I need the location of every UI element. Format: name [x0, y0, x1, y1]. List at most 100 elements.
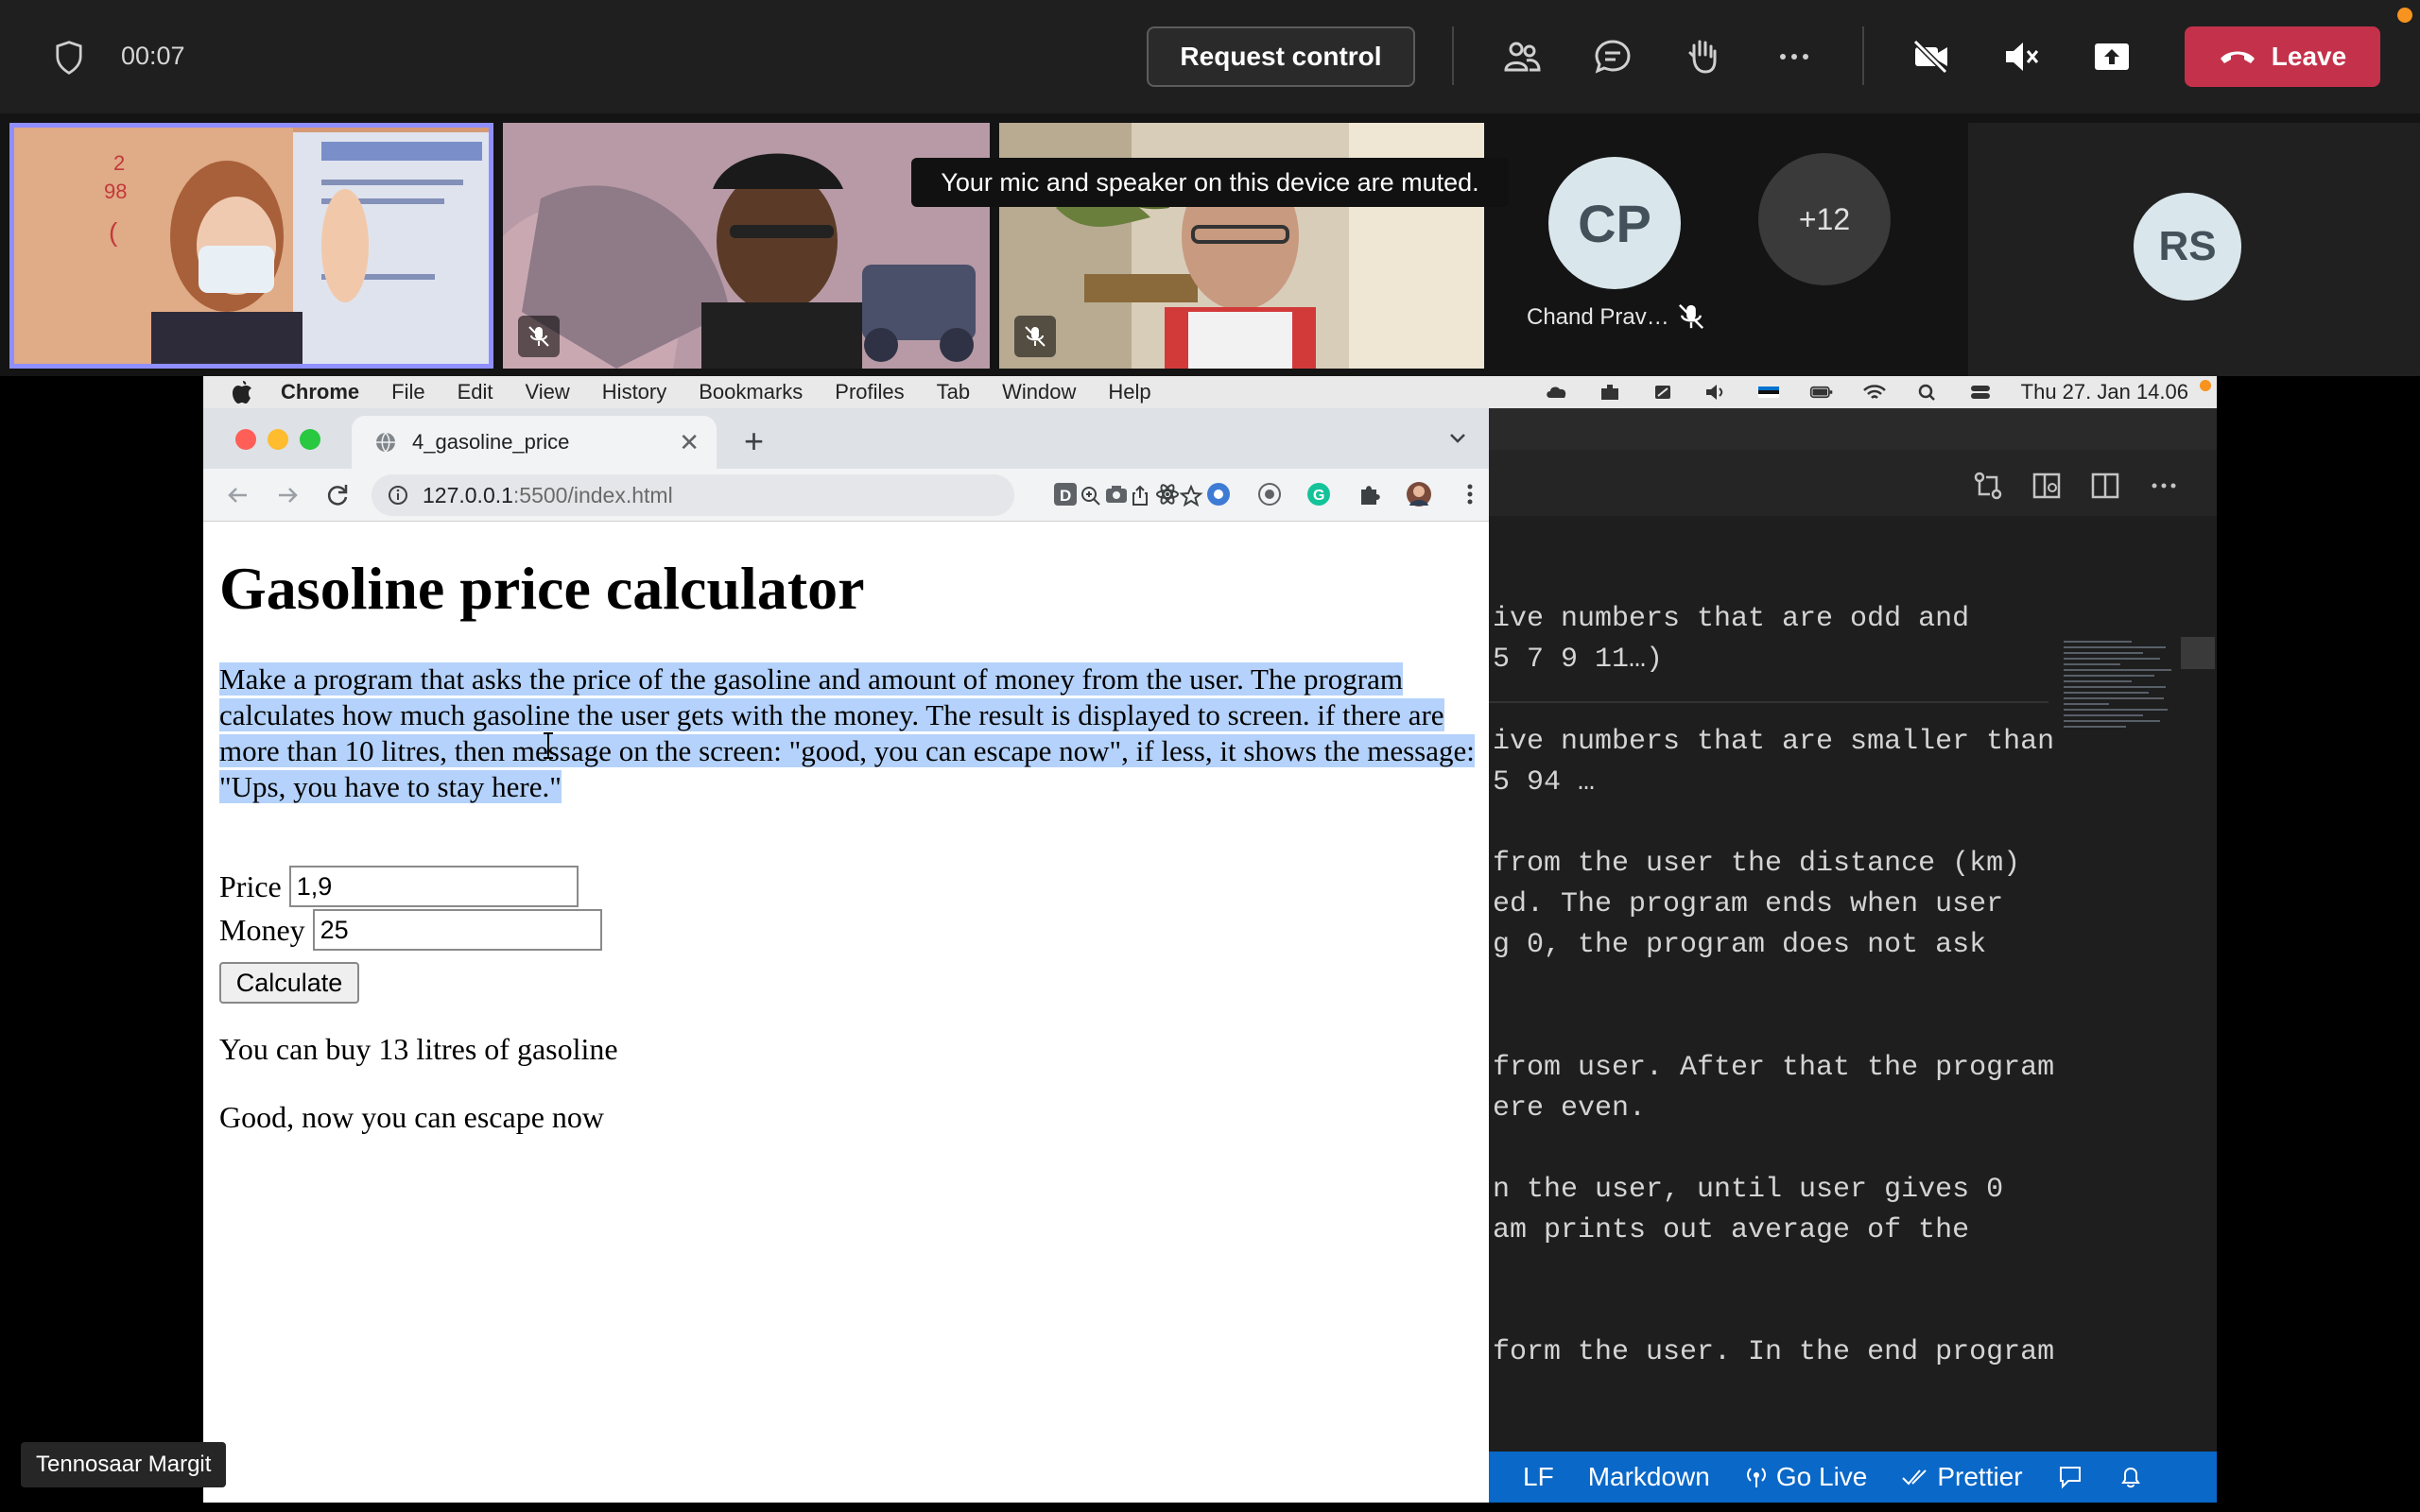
- address-bar[interactable]: 127.0.0.1:5500/index.html: [372, 474, 1203, 516]
- people-button[interactable]: [1495, 30, 1548, 83]
- browser-tab[interactable]: 4_gasoline_price ✕: [352, 416, 717, 469]
- wifi-icon[interactable]: [1862, 383, 1887, 402]
- price-label: Price: [219, 868, 282, 903]
- menu-item-view[interactable]: View: [526, 380, 570, 404]
- participant-muted-indicator: [518, 316, 560, 357]
- cloud-icon[interactable]: [1545, 383, 1569, 402]
- forward-icon[interactable]: [273, 480, 303, 510]
- code-line: ed. The program ends when user: [1493, 888, 2004, 920]
- feedback-icon: [2059, 1467, 2081, 1489]
- apple-icon[interactable]: [232, 380, 252, 404]
- feedback-button[interactable]: [2057, 1464, 2083, 1490]
- go-live-button[interactable]: Go Live: [1744, 1462, 1867, 1492]
- zoom-icon[interactable]: [1079, 484, 1103, 508]
- leave-button[interactable]: Leave: [2185, 26, 2380, 87]
- video-tile-presenter[interactable]: 2 98 (: [9, 123, 493, 369]
- notifications-button[interactable]: [2118, 1464, 2144, 1490]
- eol-indicator[interactable]: LF: [1523, 1462, 1554, 1492]
- calculate-button[interactable]: Calculate: [219, 962, 359, 1004]
- close-tab-icon[interactable]: ✕: [679, 428, 700, 457]
- web-page: Gasoline price calculator Make a program…: [203, 522, 1489, 1503]
- more-icon: [1780, 54, 1808, 60]
- meeting-toolbar: 00:07 Request control Leave: [0, 0, 2420, 113]
- split-editor-button[interactable]: [2086, 467, 2124, 505]
- menu-item-profiles[interactable]: Profiles: [835, 380, 904, 404]
- profile-avatar-icon[interactable]: [1406, 481, 1432, 507]
- window-close-button[interactable]: [235, 429, 256, 450]
- open-changes-button[interactable]: [1969, 467, 2007, 505]
- markdown-editor[interactable]: ive numbers that are odd and 5 7 9 11…) …: [1489, 516, 2151, 1452]
- share-button[interactable]: [2085, 30, 2138, 83]
- avatar[interactable]: CP: [1548, 157, 1681, 289]
- vscode-titlebar: [1489, 408, 2217, 450]
- more-actions-button[interactable]: [1768, 30, 1821, 83]
- menu-item-file[interactable]: File: [391, 380, 424, 404]
- extension-d-icon[interactable]: D: [1052, 481, 1079, 507]
- camera-toggle-button[interactable]: [1904, 30, 1957, 83]
- extensions-puzzle-icon[interactable]: [1357, 481, 1383, 507]
- extension-target-icon[interactable]: [1256, 481, 1283, 507]
- notification-dot: [2397, 8, 2412, 23]
- language-mode[interactable]: Markdown: [1588, 1462, 1710, 1492]
- new-tab-button[interactable]: +: [744, 421, 764, 461]
- toolbar-divider: [1862, 26, 1864, 85]
- participant-muted-indicator: [1014, 316, 1056, 357]
- code-line: 5 94 …: [1493, 766, 1596, 799]
- mic-off-icon: [1678, 303, 1704, 330]
- raise-hand-button[interactable]: [1677, 30, 1730, 83]
- react-devtools-icon[interactable]: [1154, 481, 1181, 507]
- money-input[interactable]: [312, 909, 602, 951]
- url-host: 127.0.0.1: [423, 482, 513, 507]
- more-actions-button[interactable]: [2145, 467, 2183, 505]
- mic-toggle-button[interactable]: [1995, 30, 2048, 83]
- editor-scrollbar[interactable]: [2181, 637, 2215, 669]
- price-input[interactable]: [288, 866, 579, 907]
- menu-app-name[interactable]: Chrome: [281, 380, 359, 404]
- menu-item-edit[interactable]: Edit: [458, 380, 493, 404]
- kebab-menu-icon[interactable]: [1457, 481, 1483, 507]
- code-line: form the user. In the end program: [1493, 1336, 2055, 1368]
- money-row: Money: [219, 909, 602, 951]
- menu-item-history[interactable]: History: [602, 380, 666, 404]
- menu-item-help[interactable]: Help: [1108, 380, 1150, 404]
- menu-item-window[interactable]: Window: [1002, 380, 1076, 404]
- window-minimize-button[interactable]: [268, 429, 288, 450]
- request-control-button[interactable]: Request control: [1147, 26, 1415, 87]
- inbox-icon[interactable]: [1598, 383, 1622, 402]
- menu-item-tab[interactable]: Tab: [937, 380, 970, 404]
- keyboard-flag-icon[interactable]: [1756, 383, 1781, 402]
- extension-circle-icon[interactable]: [1205, 481, 1232, 507]
- participant-gallery: 2 98 (CP Chand Prav… +12 RS: [0, 113, 2420, 376]
- phone-hangup-icon: [2220, 51, 2255, 63]
- grammarly-icon[interactable]: G: [1305, 481, 1332, 507]
- video-feed-image: 2 98 (: [9, 123, 493, 369]
- back-icon[interactable]: [222, 480, 252, 510]
- code-line: n the user, until user gives 0: [1493, 1174, 2004, 1206]
- menubar-clock[interactable]: Thu 27. Jan 14.06: [2021, 380, 2188, 404]
- people-icon: [1504, 42, 1541, 72]
- minimap[interactable]: [2064, 641, 2177, 764]
- control-center-icon[interactable]: [1968, 383, 1993, 402]
- task-description[interactable]: Make a program that asks the price of th…: [219, 662, 1486, 805]
- avatar[interactable]: RS: [2134, 193, 2241, 301]
- search-icon[interactable]: [1915, 383, 1940, 402]
- participant-name: Chand Prav…: [1527, 304, 1669, 330]
- window-zoom-button[interactable]: [300, 429, 320, 450]
- info-icon[interactable]: [387, 484, 409, 507]
- app-status-icon[interactable]: [1651, 383, 1675, 402]
- bookmark-star-icon[interactable]: [1179, 484, 1203, 508]
- battery-icon[interactable]: [1809, 383, 1834, 402]
- prettier-button[interactable]: Prettier: [1901, 1462, 2023, 1492]
- toolbar-divider: [1452, 26, 1454, 85]
- prettier-label: Prettier: [1937, 1462, 2023, 1491]
- open-preview-button[interactable]: [2028, 467, 2066, 505]
- chevron-down-icon[interactable]: [1443, 423, 1472, 452]
- speaker-muted-icon: [2006, 43, 2039, 71]
- share-icon[interactable]: [1128, 484, 1152, 508]
- volume-icon[interactable]: [1703, 383, 1728, 402]
- camera-extension-icon[interactable]: [1103, 481, 1130, 507]
- chat-button[interactable]: [1586, 30, 1639, 83]
- more-participants-button[interactable]: +12: [1758, 153, 1891, 285]
- menu-item-bookmarks[interactable]: Bookmarks: [699, 380, 803, 404]
- reload-icon[interactable]: [322, 480, 353, 510]
